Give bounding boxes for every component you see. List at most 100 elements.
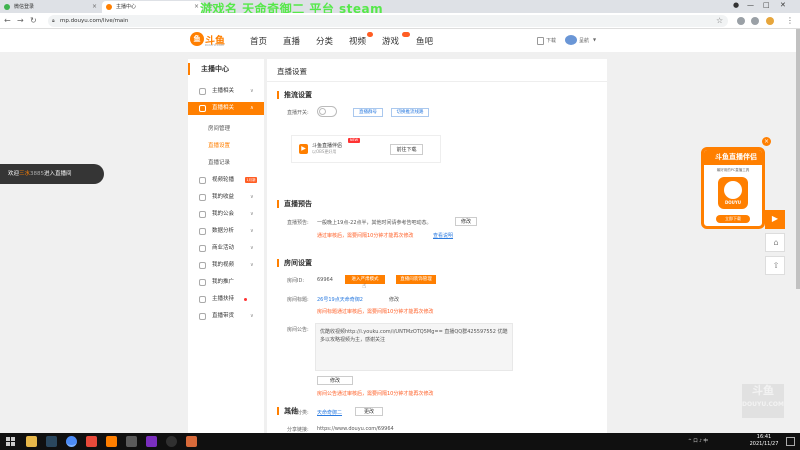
nav-game[interactable]: 游戏 [382,35,399,47]
close-icon[interactable]: × [92,3,97,10]
chevron-down-icon: ∨ [250,228,254,234]
share-url[interactable]: https://www.douyu.com/69964 [317,426,394,432]
obs-icon[interactable] [166,436,177,447]
nav-category[interactable]: 分类 [316,35,333,47]
windows-start-icon[interactable] [6,437,15,446]
new-badge: 1月新 [245,177,257,183]
arrow-up-icon: ⇧ [772,261,780,270]
nav-live[interactable]: 直播 [283,35,300,47]
nav-video[interactable]: 视频 [349,35,366,47]
fish-mascot-icon [724,181,742,199]
switch-line-button[interactable]: 切换推流线路 [391,108,429,117]
douyu-logo[interactable]: 鱼 斗鱼 DOUYU.COM [190,32,226,48]
room-title-warning: 房间标题通过审核后，需要间隔10分钟才能再次修改 [317,309,434,315]
side-play-button[interactable]: ▶ [765,210,785,229]
announce-edit-button[interactable]: 修改 [317,376,353,385]
decoration-button[interactable]: 直播间装饰管理 [396,275,436,284]
browser-menu-icon[interactable]: ⋮ [786,16,794,25]
sidebar-item-my-videos[interactable]: 我的视频 ∨ [188,259,264,272]
sidebar-item-guild[interactable]: 我的公会 ∨ [188,208,264,221]
promo-badge: DOUYU [724,200,742,205]
forward-icon[interactable]: → [17,16,24,25]
promo-download-button[interactable]: 立即下载 [716,215,750,223]
sidebar-sub-records[interactable]: 直播记录 [208,158,230,166]
sidebar-sub-settings[interactable]: 直播设置 [208,141,230,149]
sidebar-item-commerce[interactable]: 直播带货 ∨ [188,310,264,323]
download-link[interactable]: 下载 [546,37,556,44]
sidebar-item-income[interactable]: 我的收益 ∨ [188,191,264,204]
taskbar: ^ 口 ♪ 中 16:41 2021/11/27 [0,433,800,450]
announce-textarea[interactable]: 优酷收视频http://i.youku.com/i/UNTMzOTQ5Mg== … [315,323,513,371]
address-bar: ← → ↻ 🔒︎ mp.douyu.com/live/main ☆ ⋮ [0,13,800,29]
system-tray[interactable]: ^ 口 ♪ 中 [688,438,708,444]
clock[interactable]: 16:41 2021/11/27 [746,434,782,448]
chevron-up-icon: ∧ [250,105,254,111]
room-title-edit[interactable]: 修改 [389,296,399,303]
sidebar-sub-room[interactable]: 房间管理 [208,124,230,132]
maximize-icon[interactable]: □ [763,1,770,9]
premiere-icon[interactable] [146,436,157,447]
douyu-watermark: 斗鱼 DOUYU.COM [742,384,784,418]
category-value[interactable]: 天命奇御二 [317,409,342,416]
back-icon[interactable]: ← [4,16,11,25]
companion-promo[interactable]: 斗鱼直播伴侣 最好用的PC直播工具 DOUYU 立即下载 [701,147,765,229]
sidebar-item-label: 直播带货 [212,313,235,319]
app-icon[interactable] [126,436,137,447]
notice-warning: 通过审核后，需要间隔10分钟才能再次修改 [317,233,414,239]
tab-anchor-center[interactable]: 主播中心 × [102,1,202,13]
phone-icon[interactable] [537,37,544,45]
avatar[interactable] [565,35,577,45]
tab-wechat-login[interactable]: 微信登录 × [0,1,100,13]
category-change-button[interactable]: 更改 [355,407,383,416]
app-icon[interactable] [86,436,97,447]
wallet-icon [199,194,206,201]
extension-icon[interactable] [737,17,745,25]
sidebar-item-label: 视频轮播 [212,177,235,183]
notice-help-link[interactable]: 查看说明 [433,232,453,239]
notification-icon[interactable] [786,437,795,446]
reload-icon[interactable]: ↻ [30,16,37,25]
promo-close-icon[interactable]: × [762,137,771,146]
url-input[interactable]: 🔒︎ mp.douyu.com/live/main ☆ [48,15,728,27]
scroll-thumb[interactable] [796,29,800,289]
welcome-toast: 欢迎三水3885进入直播间 [0,164,104,184]
window-close-icon[interactable]: ✕ [780,1,786,9]
sidebar-item-promotion[interactable]: 我的推广 [188,276,264,289]
bookmark-star-icon[interactable]: ☆ [716,16,723,25]
new-badge: NEW [348,138,360,143]
guild-icon [199,211,206,218]
sidebar-item-label: 主播扶持 [212,296,235,302]
mic-icon [199,88,206,95]
download-button[interactable]: 前往下载 [390,144,423,155]
chevron-down-icon[interactable]: ▼ [593,37,596,42]
side-home-button[interactable]: ⌂ [765,233,785,252]
sidebar-item-business[interactable]: 商业活动 ∨ [188,242,264,255]
username[interactable]: 呈航 [579,37,589,44]
live-switch-toggle[interactable] [317,106,337,117]
extension-icon[interactable] [751,17,759,25]
profile-icon[interactable]: ● [733,1,739,9]
account-avatar-icon[interactable] [766,17,774,25]
nav-fishbar[interactable]: 鱼吧 [416,35,433,47]
side-top-button[interactable]: ⇧ [765,256,785,275]
app-icon[interactable] [186,436,197,447]
sidebar-item-live[interactable]: 直播相关 ∧ [188,102,264,115]
page-scrollbar[interactable] [796,29,800,433]
chrome-icon[interactable] [66,436,77,447]
notice-edit-button[interactable]: 修改 [455,217,477,226]
stream-code-button[interactable]: 直播群号 [353,108,383,117]
sidebar-item-analytics[interactable]: 数据分析 ∨ [188,225,264,238]
sidebar-item-support[interactable]: 主播扶持 [188,293,264,306]
minimize-icon[interactable]: — [747,1,754,9]
steam-icon[interactable] [46,436,57,447]
promo-app-icon: DOUYU [718,177,748,209]
page-title: 直播设置 [277,67,307,76]
url-text: mp.douyu.com/live/main [60,18,129,24]
nav-home[interactable]: 首页 [250,35,267,47]
sidebar-item-anchor[interactable]: 主播相关 ∨ [188,85,264,98]
file-explorer-icon[interactable] [26,436,37,447]
sidebar-item-video-loop[interactable]: 视频轮播 1月新 [188,174,264,187]
douyu-app-icon[interactable] [106,436,117,447]
play-icon: ▶ [299,144,308,154]
close-icon[interactable]: × [194,3,199,10]
